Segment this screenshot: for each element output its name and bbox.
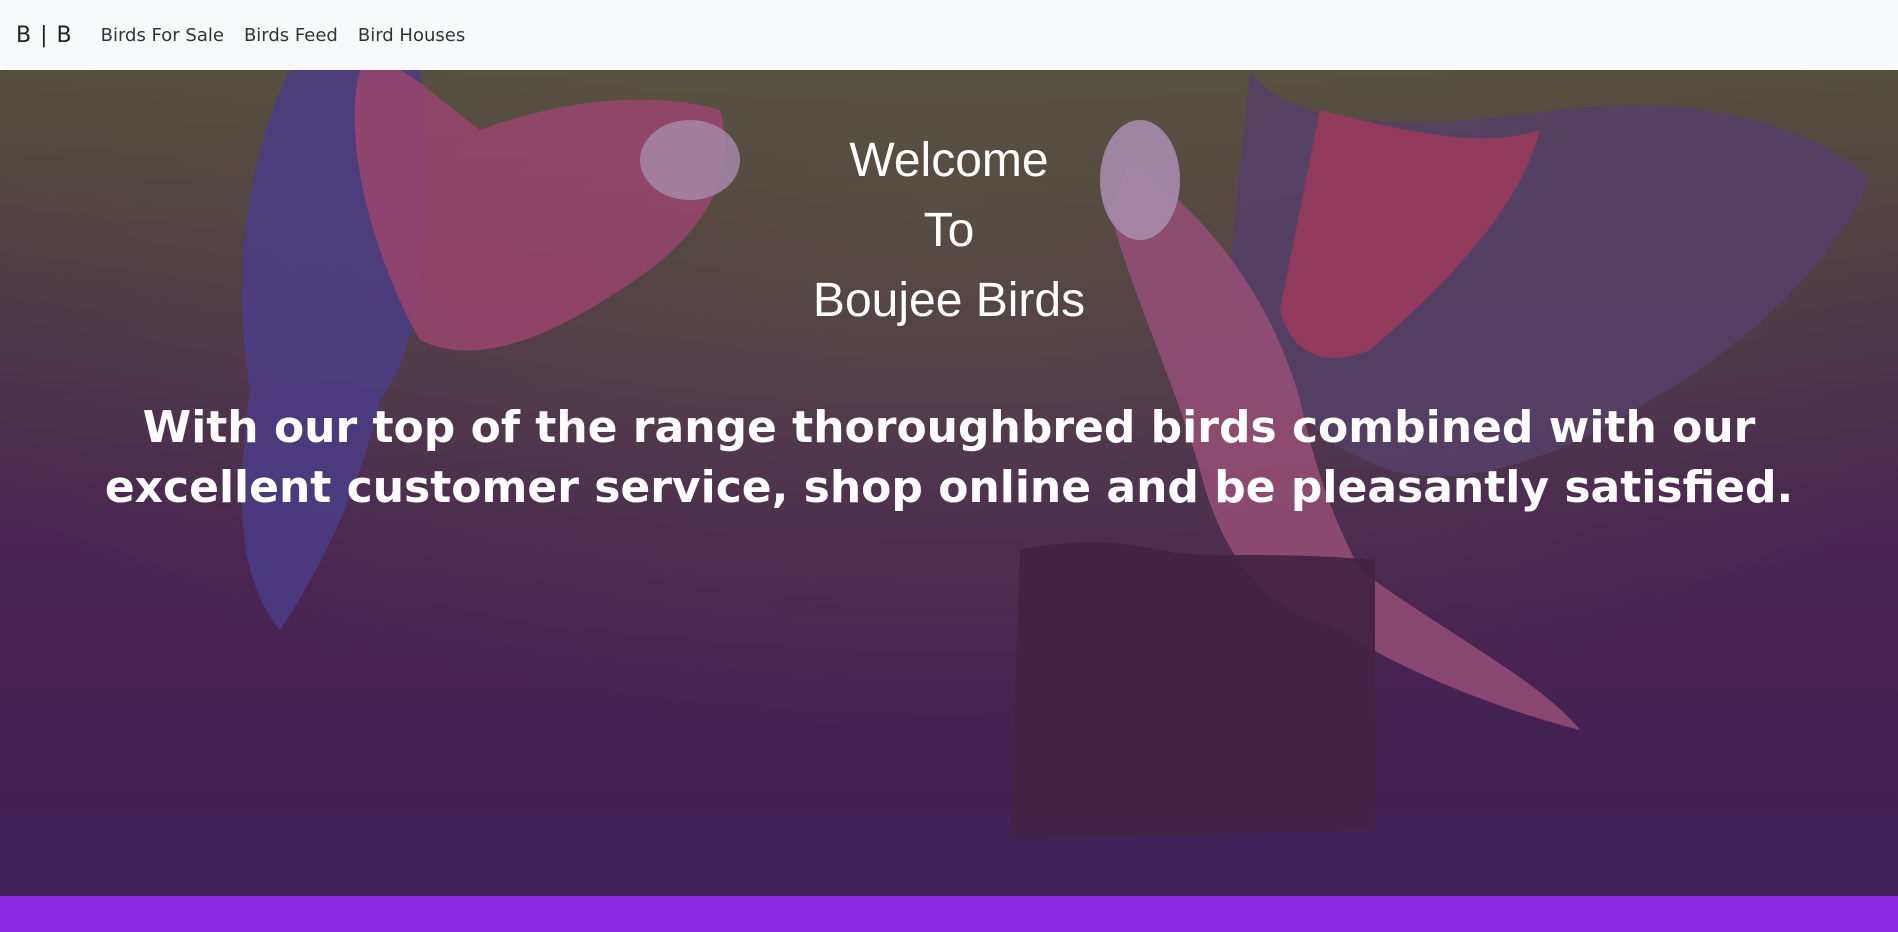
welcome-line-3: Boujee Birds [812, 274, 1086, 327]
nav-link-bird-houses[interactable]: Bird Houses [358, 25, 465, 46]
top-navbar: B | B Birds For Sale Birds Feed Bird Hou… [0, 0, 1898, 70]
welcome-heading: Welcome To Boujee Birds [0, 70, 1898, 336]
welcome-line-1: Welcome [849, 134, 1049, 187]
hero-tagline: With our top of the range thoroughbred b… [104, 402, 1794, 513]
hero-section: Welcome To Boujee Birds With our top of … [0, 70, 1898, 896]
brand-logo[interactable]: B | B [16, 23, 73, 48]
nav-link-birds-feed[interactable]: Birds Feed [244, 25, 338, 46]
nav-link-birds-for-sale[interactable]: Birds For Sale [101, 25, 224, 46]
footer-bar [0, 896, 1898, 932]
welcome-line-2: To [923, 204, 975, 257]
hero-text-container: Welcome To Boujee Birds With our top of … [0, 70, 1898, 518]
